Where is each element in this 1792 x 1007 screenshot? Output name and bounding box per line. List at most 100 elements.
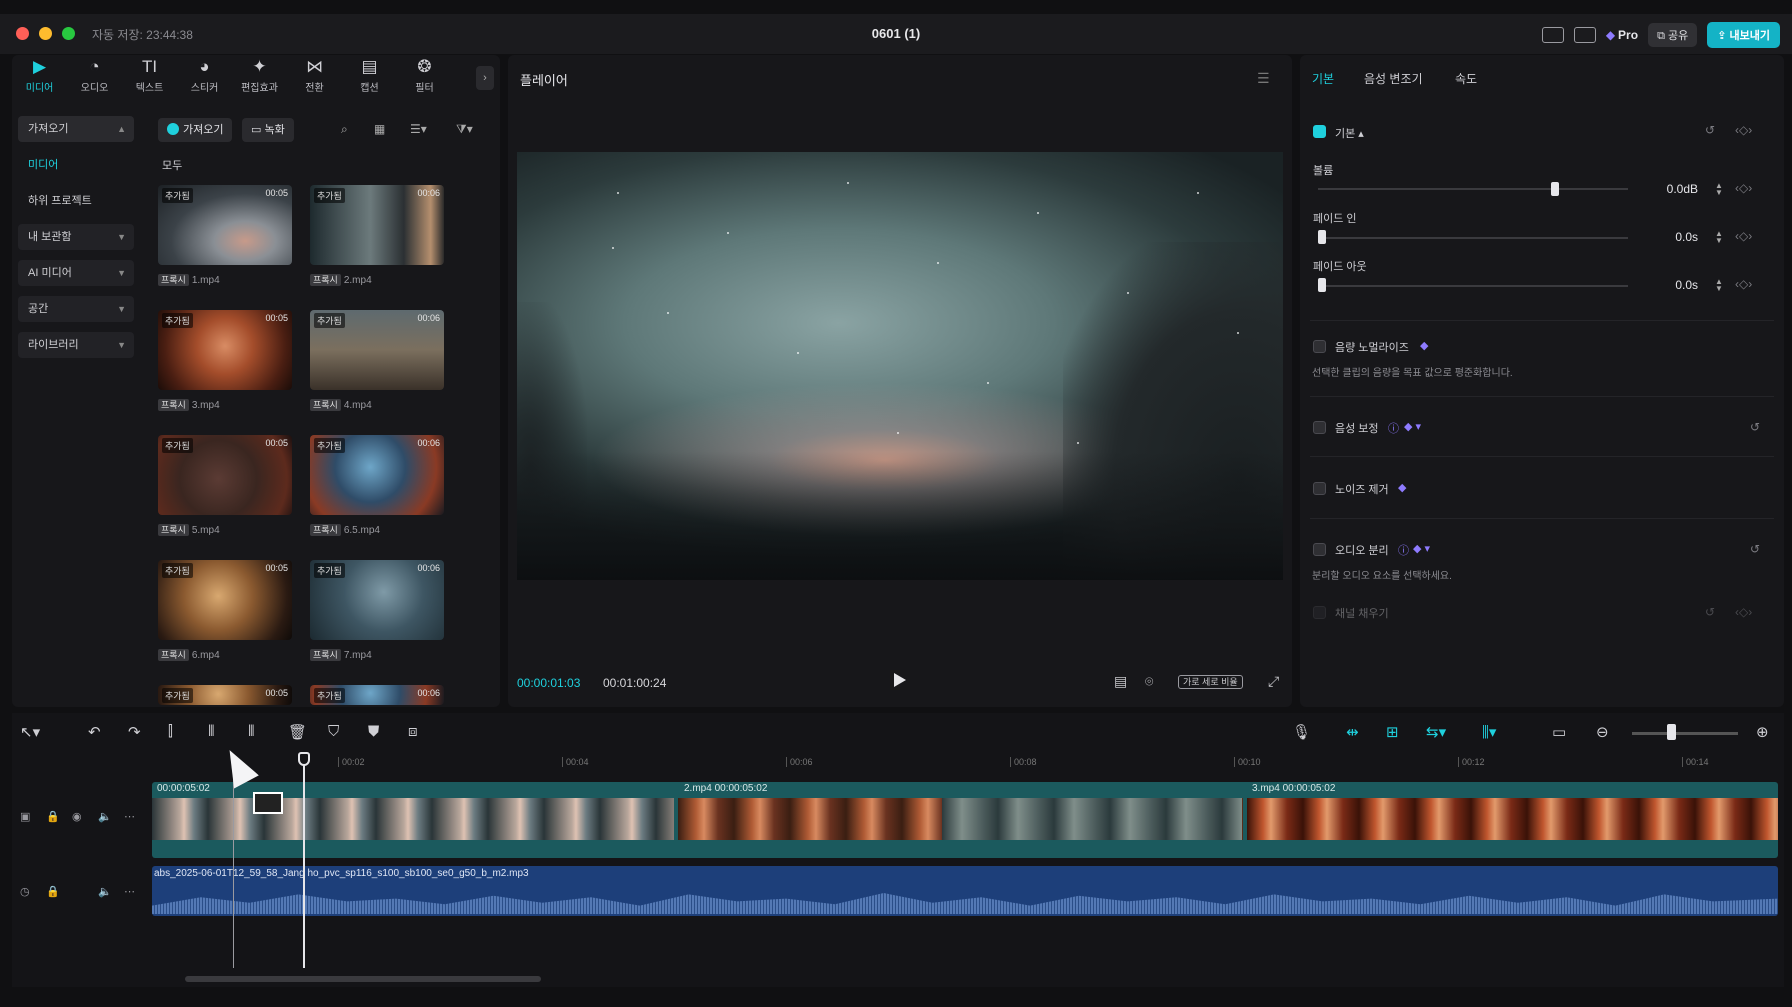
audio-track[interactable]: abs_2025-06-01T12_59_58_Jang ho_pvc_sp11… (152, 866, 1778, 916)
microphone-icon[interactable]: 🎙 (1292, 723, 1311, 741)
split-left-icon[interactable]: ⦀ (208, 723, 215, 740)
media-item[interactable]: 추가됨 00:06 프록시 7.mp4 (310, 560, 444, 661)
media-item[interactable]: 추가됨 00:05 프록시 3.mp4 (158, 310, 292, 411)
reset-icon[interactable]: ↺ (1750, 420, 1760, 434)
fade-out-slider[interactable] (1318, 285, 1628, 287)
video-clip-3[interactable] (1247, 798, 1778, 840)
record-button[interactable]: ▭ 녹화 (242, 118, 294, 142)
timeline-scrollbar[interactable] (185, 976, 541, 982)
reset-icon[interactable]: ↺ (1705, 605, 1715, 619)
import-button[interactable]: 가져오기 (158, 118, 233, 142)
fade-in-slider[interactable] (1318, 237, 1628, 239)
speaker-icon[interactable]: 🔈 (98, 885, 112, 898)
media-item[interactable]: 추가됨 00:05 프록시 5.mp4 (158, 435, 292, 536)
basic-section-label[interactable]: 기본 ▴ (1335, 125, 1364, 141)
quality-icon[interactable]: ▤ (1114, 673, 1127, 690)
nav-my-library[interactable]: 내 보관함 ▼ (18, 224, 134, 250)
media-item[interactable]: 추가됨 00:06 프록시 2.mp4 (310, 185, 444, 286)
basic-checkbox[interactable] (1313, 125, 1326, 138)
main-track-magnet-icon[interactable]: ⇹ (1346, 723, 1359, 741)
pro-badge[interactable]: ◆ Pro (1606, 28, 1638, 42)
eye-icon[interactable]: ◉ (72, 810, 82, 823)
audio-separation-checkbox[interactable] (1313, 543, 1326, 556)
media-item[interactable]: 추가됨 00:05 프록시 6.mp4 (158, 560, 292, 661)
share-button[interactable]: ⧉ 공유 (1648, 23, 1698, 47)
toolbar-more-button[interactable]: › (476, 66, 494, 90)
keyframe-icon[interactable]: ‹◇› (1735, 123, 1752, 137)
normalize-checkbox[interactable] (1313, 340, 1326, 353)
menu-icon[interactable]: ☰ (1257, 70, 1270, 87)
tab-speed[interactable]: 속도 (1455, 70, 1477, 87)
more-icon[interactable]: ⋯ (124, 885, 135, 898)
link-icon[interactable]: ⇆▾ (1426, 723, 1446, 741)
media-item[interactable]: 추가됨 00:05 (158, 685, 292, 705)
keyframe-icon[interactable]: ‹◇› (1735, 605, 1752, 619)
tool-filter[interactable]: ❂ 필터 (397, 58, 452, 102)
playhead-handle[interactable] (298, 752, 310, 766)
volume-slider[interactable] (1318, 188, 1628, 190)
layout-icon[interactable] (1541, 27, 1564, 43)
fade-in-slider-knob[interactable] (1318, 230, 1326, 244)
fade-out-slider-knob[interactable] (1318, 278, 1326, 292)
tab-voice-changer[interactable]: 음성 변조기 (1364, 70, 1423, 87)
noise-reduction-checkbox[interactable] (1313, 482, 1326, 495)
select-tool-icon[interactable]: ↖▾ (20, 723, 40, 741)
video-clip-1[interactable] (152, 798, 674, 840)
voice-enhance-checkbox[interactable] (1313, 421, 1326, 434)
tab-basic[interactable]: 기본 (1312, 70, 1334, 87)
nav-ai-media[interactable]: AI 미디어 ▼ (18, 260, 134, 286)
zoom-slider[interactable] (1632, 732, 1738, 735)
more-icon[interactable]: ⋯ (124, 810, 135, 823)
delete-icon[interactable]: 🗑 (288, 723, 307, 741)
aspect-ratio-button[interactable]: 가로 세로 비율 (1178, 675, 1243, 689)
undo-icon[interactable]: ↶ (88, 723, 101, 741)
filter-icon[interactable]: ⧩▾ (456, 122, 473, 137)
nav-sub-project[interactable]: 하위 프로젝트 (18, 188, 134, 214)
timeline-ruler[interactable]: 00:02 00:04 00:06 00:08 00:10 00:12 00:1… (152, 752, 1784, 772)
tool-transition[interactable]: ⋈ 전환 (287, 58, 342, 102)
channel-fill-checkbox[interactable] (1313, 606, 1326, 619)
zoom-in-icon[interactable]: ⊕ (1756, 723, 1769, 741)
tool-caption[interactable]: ▤ 캡션 (342, 58, 397, 102)
split-right-icon[interactable]: ⦀ (248, 723, 255, 740)
nav-library[interactable]: 라이브러리 ▼ (18, 332, 134, 358)
lock-icon[interactable]: 🔒 (46, 810, 60, 823)
snapshot-icon[interactable]: ⌾ (1145, 673, 1153, 690)
preview-axis-icon[interactable]: ⫼▾ (1482, 723, 1496, 741)
keyframe-icon[interactable]: ‹◇› (1735, 229, 1752, 243)
reset-icon[interactable]: ↺ (1750, 542, 1760, 556)
search-icon[interactable]: ⌕ (341, 122, 348, 137)
fade-out-stepper[interactable]: ▲ ▼ (1715, 278, 1727, 293)
fade-in-value[interactable]: 0.0s (1648, 230, 1698, 244)
play-button[interactable] (894, 673, 906, 687)
lock-icon[interactable]: 🔒 (46, 885, 60, 898)
info-icon[interactable]: ⓘ (1388, 420, 1399, 436)
export-button[interactable]: ⇪ 내보내기 (1707, 22, 1780, 48)
tool-effects[interactable]: ✦ 편집효과 (232, 58, 287, 102)
volume-slider-knob[interactable] (1550, 182, 1559, 196)
media-item[interactable]: 추가됨 00:06 프록시 6.5.mp4 (310, 435, 444, 536)
reset-icon[interactable]: ↺ (1705, 123, 1715, 137)
nav-media[interactable]: 미디어 (18, 152, 134, 178)
grid-view-icon[interactable]: ▦ (374, 122, 385, 136)
volume-value[interactable]: 0.0dB (1648, 182, 1698, 196)
video-track[interactable]: 00:00:05:02 2.mp4 00:00:05:02 3.mp4 00:0… (152, 782, 1778, 858)
fullscreen-icon[interactable]: ⤢ (1268, 673, 1279, 690)
marker-icon[interactable]: ⛉ (328, 723, 339, 740)
zoom-out-icon[interactable]: ⊖ (1596, 723, 1609, 741)
auto-reframe-icon[interactable]: ⧈ (408, 723, 418, 740)
fade-in-stepper[interactable]: ▲ ▼ (1715, 230, 1727, 245)
audio-track-icon[interactable]: ◷ (20, 885, 30, 898)
video-clip-2-segment[interactable] (942, 798, 1242, 840)
volume-stepper[interactable]: ▲ ▼ (1715, 182, 1727, 197)
tool-media[interactable]: ▶ 미디어 (12, 58, 67, 102)
media-item[interactable]: 추가됨 00:05 프록시 1.mp4 (158, 185, 292, 286)
fade-out-value[interactable]: 0.0s (1648, 278, 1698, 292)
sort-icon[interactable]: ☰▾ (410, 122, 427, 136)
nav-space[interactable]: 공간 ▼ (18, 296, 134, 322)
nav-import[interactable]: 가져오기 ▲ (18, 116, 134, 142)
auto-snap-icon[interactable]: ⊞ (1386, 723, 1399, 741)
media-item[interactable]: 추가됨 00:06 프록시 4.mp4 (310, 310, 444, 411)
shortcut-icon[interactable] (1573, 27, 1596, 43)
keyframe-icon[interactable]: ‹◇› (1735, 277, 1752, 291)
